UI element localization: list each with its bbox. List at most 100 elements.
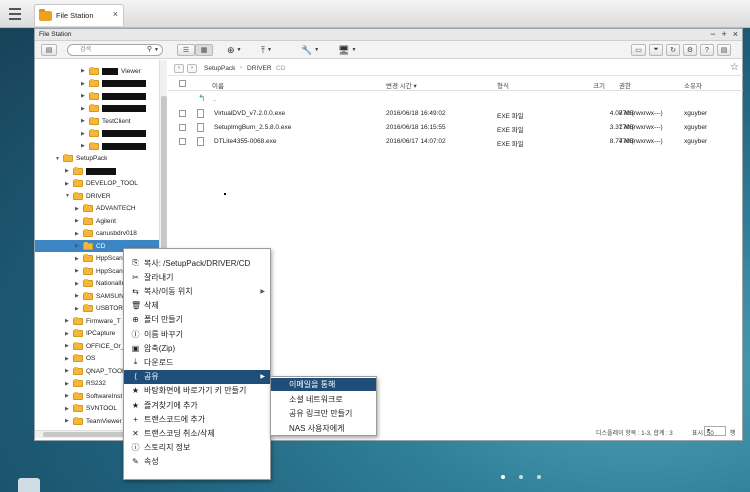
context-menu-item[interactable]: ✂ 잘라내기 — [124, 270, 270, 284]
sidebar-toggle-button[interactable]: ▤ — [41, 44, 57, 56]
context-menu-item[interactable]: ▣ 압축(Zip) — [124, 341, 270, 355]
main-menu-button[interactable] — [3, 3, 27, 25]
tree-item[interactable]: ▶ TestClient — [35, 115, 159, 127]
help-button[interactable]: ? — [700, 44, 714, 56]
page-dot[interactable] — [537, 475, 541, 479]
page-dot[interactable] — [501, 475, 505, 479]
search-icon[interactable]: ⚲ — [147, 45, 152, 55]
table-row[interactable]: SetupImgBurn_2.5.8.0.exe 2016/06/18 16:15… — [168, 121, 743, 134]
context-menu-item[interactable]: ✕ 트랜스코딩 취소/삭제 — [124, 426, 270, 440]
collapsed-arrow-icon[interactable]: ▶ — [81, 81, 86, 87]
tree-item[interactable]: ▼ DRIVER — [35, 190, 159, 202]
collapsed-arrow-icon[interactable]: ▶ — [75, 206, 80, 212]
row-checkbox[interactable] — [179, 138, 186, 145]
column-name[interactable]: 이름 — [212, 80, 224, 90]
collapsed-arrow-icon[interactable]: ▶ — [65, 318, 70, 324]
collapsed-arrow-icon[interactable]: ▶ — [81, 118, 86, 124]
collapsed-arrow-icon[interactable]: ▶ — [81, 131, 86, 137]
create-menu-button[interactable]: ⊕ ▼ — [227, 44, 242, 56]
collapsed-arrow-icon[interactable]: ▶ — [75, 243, 80, 249]
collapsed-arrow-icon[interactable]: ▶ — [81, 143, 86, 149]
context-menu-item[interactable]: ⎘ 복사: /SetupPack/DRIVER/CD — [124, 256, 270, 270]
tree-item[interactable]: ▶ ADVANTECH — [35, 203, 159, 215]
collapsed-arrow-icon[interactable]: ▶ — [65, 168, 70, 174]
collapsed-arrow-icon[interactable]: ▶ — [65, 406, 70, 412]
select-all-checkbox[interactable] — [179, 80, 186, 87]
star-icon[interactable]: ☆ — [730, 62, 739, 73]
tree-item[interactable]: ▼ SetupPack — [35, 153, 159, 165]
chevron-down-icon[interactable]: ▼ — [154, 45, 159, 55]
table-row[interactable]: DTLite4355-0068.exe 2016/06/17 14:07:02 EX… — [168, 135, 743, 148]
share-submenu-item[interactable]: 공유 링크만 만들기 — [271, 407, 376, 420]
collapsed-arrow-icon[interactable]: ▶ — [75, 306, 80, 312]
expanded-arrow-icon[interactable]: ▼ — [55, 156, 60, 162]
maximize-button[interactable]: + — [721, 29, 726, 40]
tree-item[interactable]: ▶ DEVELOP_TOOL — [35, 178, 159, 190]
table-row[interactable]: VirtualDVD_v7.2.0.0.exe 2016/06/18 16:49:… — [168, 107, 743, 120]
upload-menu-button[interactable]: ⤒ ▼ — [261, 44, 272, 56]
tree-item[interactable]: ▶ — [35, 140, 159, 152]
collapsed-arrow-icon[interactable]: ▶ — [65, 356, 70, 362]
share-submenu-item[interactable]: 이메일을 통해 — [271, 378, 376, 391]
minimize-button[interactable]: − — [710, 29, 715, 40]
context-menu-item[interactable]: ⟨ 공유 ▶ — [124, 369, 270, 384]
tools-menu-button[interactable]: 🔧 ▼ — [301, 44, 319, 56]
context-menu-item[interactable]: ⇆ 복사/이동 위치 ▶ — [124, 284, 270, 298]
collapsed-arrow-icon[interactable]: ▶ — [65, 331, 70, 337]
list-view-button[interactable]: ☰ — [177, 44, 195, 56]
tree-item[interactable]: ▶ Viewer — [35, 65, 159, 77]
collapsed-arrow-icon[interactable]: ▶ — [75, 293, 80, 299]
desktop-app-icon[interactable] — [18, 478, 40, 492]
share-submenu-item[interactable]: NAS 사용자에게 — [271, 422, 376, 435]
breadcrumb-setuppack[interactable]: SetupPack — [204, 65, 235, 72]
row-checkbox[interactable] — [179, 124, 186, 131]
context-menu-item[interactable]: ⤓ 다운로드 — [124, 355, 270, 369]
column-size[interactable]: 크기 — [593, 80, 605, 90]
collapsed-arrow-icon[interactable]: ▶ — [75, 256, 80, 262]
tree-item[interactable]: ▶ — [35, 165, 159, 177]
collapsed-arrow-icon[interactable]: ▶ — [65, 368, 70, 374]
collapsed-arrow-icon[interactable]: ▶ — [65, 393, 70, 399]
forward-button[interactable]: › — [187, 64, 197, 73]
collapsed-arrow-icon[interactable]: ▶ — [81, 93, 86, 99]
more-button[interactable]: ▤ — [717, 44, 731, 56]
close-window-button[interactable]: × — [733, 29, 738, 40]
detail-view-button[interactable]: ▦ — [195, 44, 213, 56]
tab-file-station[interactable]: File Station × — [34, 4, 124, 26]
collapsed-arrow-icon[interactable]: ▶ — [81, 106, 86, 112]
share-menu-button[interactable]: 🖥 ▼ — [338, 44, 356, 56]
expanded-arrow-icon[interactable]: ▼ — [65, 193, 70, 199]
collapsed-arrow-icon[interactable]: ▶ — [75, 268, 80, 274]
page-dot[interactable] — [519, 475, 523, 479]
column-owner[interactable]: 소유자 — [684, 80, 702, 90]
tree-item[interactable]: ▶ — [35, 90, 159, 102]
row-checkbox[interactable] — [179, 110, 186, 117]
remote-mount-button[interactable]: ▭ — [631, 44, 646, 56]
context-menu-item[interactable]: ★ 즐겨찾기에 추가 — [124, 398, 270, 412]
collapsed-arrow-icon[interactable]: ▶ — [75, 231, 80, 237]
collapsed-arrow-icon[interactable]: ▶ — [65, 381, 70, 387]
tree-item[interactable]: ▶ — [35, 103, 159, 115]
back-button[interactable]: ‹ — [174, 64, 184, 73]
context-menu-item[interactable]: ★ 바탕화면에 바로가기 키 만들기 — [124, 384, 270, 398]
column-modified[interactable]: 변경 시간 ▾ — [386, 80, 417, 90]
close-icon[interactable]: × — [113, 9, 118, 19]
context-menu-item[interactable]: ⊕ 폴더 만들기 — [124, 313, 270, 327]
context-menu-item[interactable]: ⓘ 스토리지 정보 — [124, 441, 270, 455]
collapsed-arrow-icon[interactable]: ▶ — [65, 181, 70, 187]
context-menu-item[interactable]: Ⓘ 이름 바꾸기 — [124, 327, 270, 341]
collapsed-arrow-icon[interactable]: ▶ — [81, 68, 86, 74]
collapsed-arrow-icon[interactable]: ▶ — [65, 343, 70, 349]
breadcrumb-cd[interactable]: CD — [276, 65, 285, 72]
collapsed-arrow-icon[interactable]: ▶ — [65, 418, 70, 424]
filter-button[interactable]: ⏷ — [649, 44, 663, 56]
column-permission[interactable]: 권한 — [619, 80, 631, 90]
tree-item[interactable]: ▶ — [35, 128, 159, 140]
column-type[interactable]: 형식 — [497, 80, 509, 90]
per-page-select[interactable]: 50 ▾ — [704, 426, 726, 437]
search-input[interactable]: 검색 ⚲ ▼ — [67, 44, 163, 56]
context-menu-item[interactable]: 🗑 삭제 — [124, 299, 270, 313]
collapsed-arrow-icon[interactable]: ▶ — [75, 281, 80, 287]
tree-item[interactable]: ▶ canusbdrv018 — [35, 228, 159, 240]
context-menu-item[interactable]: ✎ 속성 — [124, 455, 270, 469]
